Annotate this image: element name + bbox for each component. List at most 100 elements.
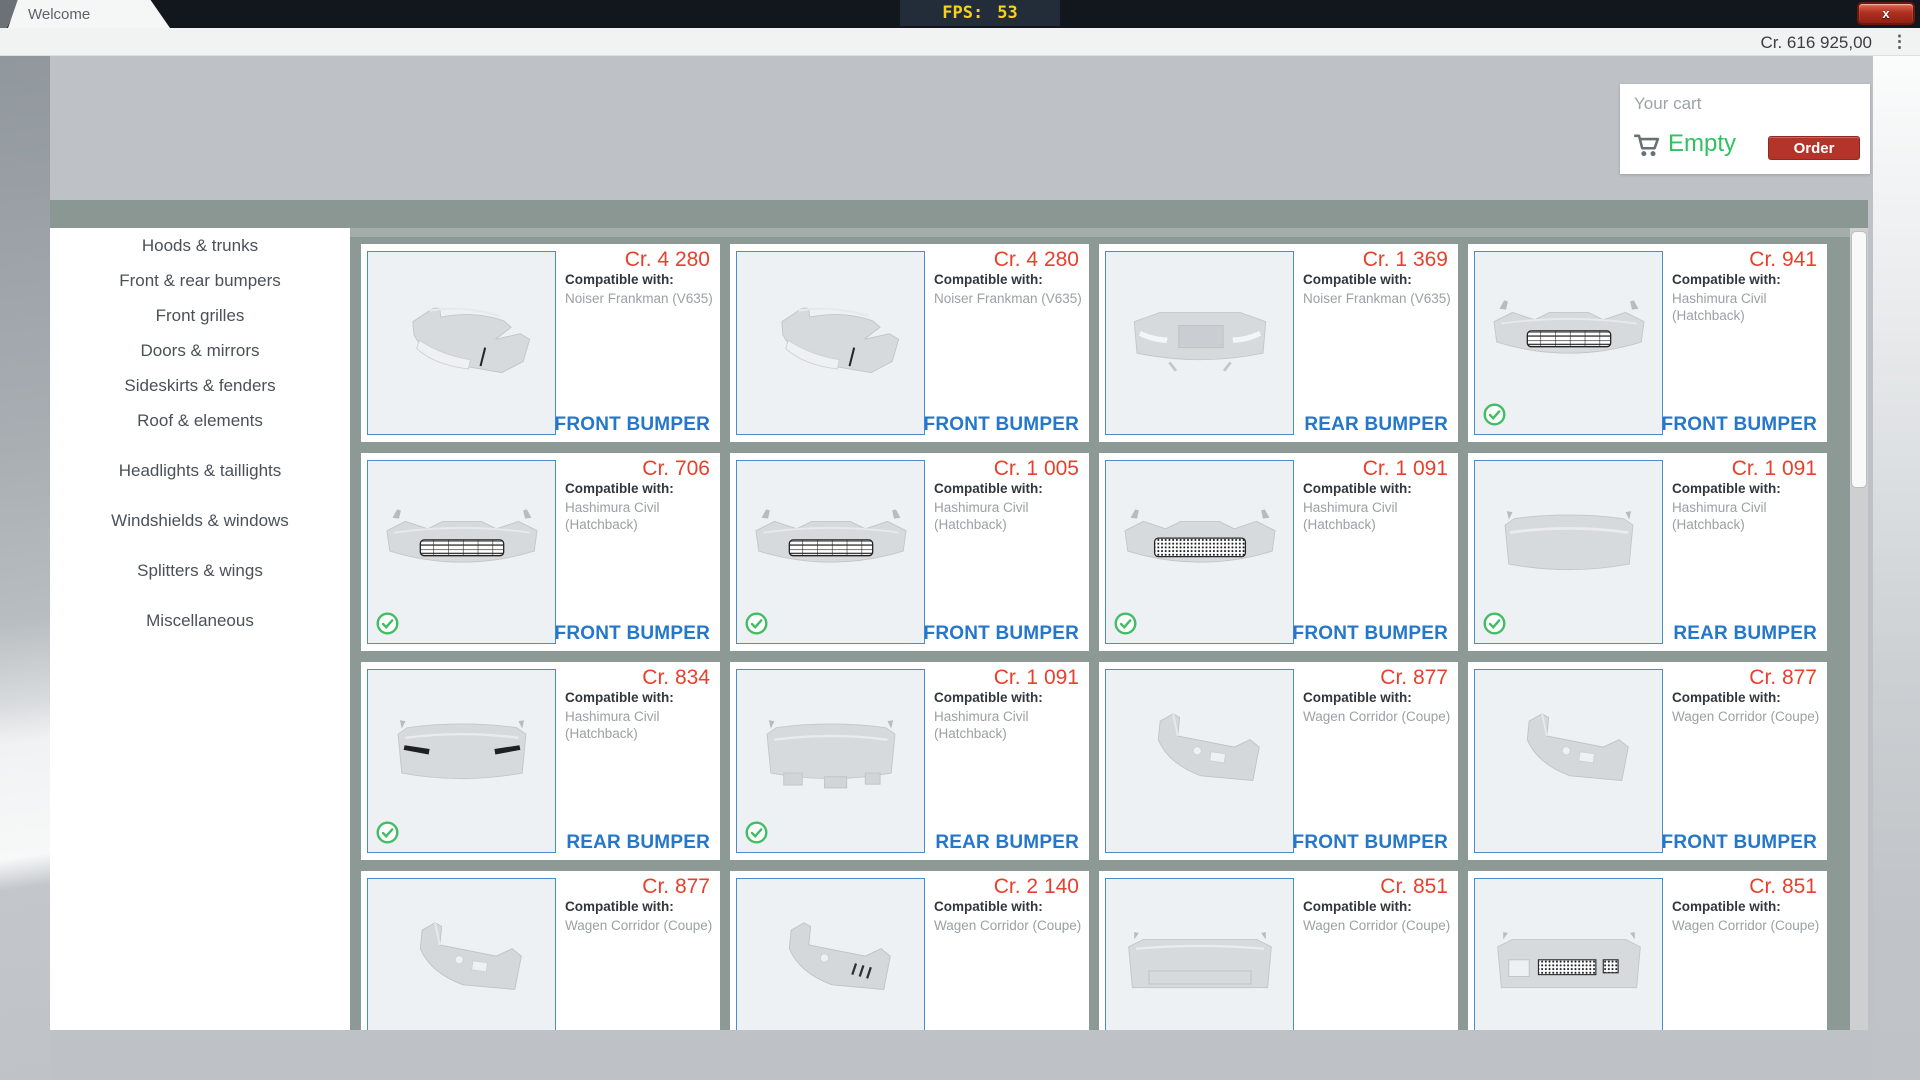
part-image-box bbox=[736, 669, 925, 853]
part-card[interactable]: Cr. 4 280 Compatible with: Noiser Frankm… bbox=[730, 244, 1089, 442]
part-bumper-image bbox=[1112, 477, 1288, 627]
tab-welcome[interactable]: Welcome bbox=[8, 0, 170, 28]
shop-header-band bbox=[50, 200, 1868, 228]
title-bar: Welcome FPS: 53 x bbox=[0, 0, 1920, 28]
order-button-label: Order bbox=[1794, 140, 1835, 157]
compatible-with-label: Compatible with: bbox=[934, 272, 1082, 287]
sidebar-category-item[interactable]: Hoods & trunks bbox=[50, 228, 350, 263]
info-bar: Cr. 616 925,00 ⋮ bbox=[0, 28, 1920, 56]
sidebar-category-item[interactable]: Windshields & windows bbox=[50, 503, 350, 538]
part-image-box bbox=[1474, 878, 1663, 1030]
sidebar-category-item[interactable]: Miscellaneous bbox=[50, 603, 350, 638]
part-card[interactable]: Cr. 877 Compatible with: Wagen Corridor … bbox=[361, 871, 720, 1030]
compatible-model: Hashimura Civil (Hatchback) bbox=[1672, 499, 1822, 533]
backdrop-left-strip bbox=[0, 56, 50, 1080]
part-card[interactable]: Cr. 941 Compatible with: Hashimura Civil… bbox=[1468, 244, 1827, 442]
part-bumper-image bbox=[374, 686, 550, 836]
sidebar-category-item[interactable]: Doors & mirrors bbox=[50, 333, 350, 368]
part-bumper-image bbox=[1112, 895, 1288, 1030]
category-sidebar: Hoods & trunksFront & rear bumpersFront … bbox=[50, 228, 350, 1030]
cart-status: Empty bbox=[1668, 130, 1736, 158]
owned-check-icon bbox=[376, 821, 399, 844]
order-button[interactable]: Order bbox=[1768, 136, 1860, 160]
sidebar-category-item[interactable]: Front grilles bbox=[50, 298, 350, 333]
part-card[interactable]: Cr. 1 369 Compatible with: Noiser Frankm… bbox=[1099, 244, 1458, 442]
sidebar-category-item[interactable]: Roof & elements bbox=[50, 403, 350, 438]
compatible-with-label: Compatible with: bbox=[934, 899, 1082, 914]
part-card[interactable]: Cr. 851 Compatible with: Wagen Corridor … bbox=[1468, 871, 1827, 1030]
part-bumper-image bbox=[374, 895, 550, 1030]
part-card[interactable]: Cr. 1 091 Compatible with: Hashimura Civ… bbox=[1099, 453, 1458, 651]
compatible-with-label: Compatible with: bbox=[1303, 899, 1451, 914]
part-price: Cr. 4 280 bbox=[994, 248, 1079, 272]
owned-check-icon bbox=[745, 821, 768, 844]
overflow-menu-icon[interactable]: ⋮ bbox=[1891, 28, 1908, 56]
compatible-with-label: Compatible with: bbox=[934, 690, 1082, 705]
compatible-model: Hashimura Civil (Hatchback) bbox=[565, 499, 715, 533]
part-type-label: FRONT BUMPER bbox=[1662, 414, 1817, 436]
part-bumper-image bbox=[1481, 895, 1657, 1030]
part-card[interactable]: Cr. 1 005 Compatible with: Hashimura Civ… bbox=[730, 453, 1089, 651]
part-card[interactable]: Cr. 706 Compatible with: Hashimura Civil… bbox=[361, 453, 720, 651]
scrollbar-thumb[interactable] bbox=[1851, 231, 1867, 488]
compatible-with-label: Compatible with: bbox=[565, 481, 713, 496]
part-bumper-image bbox=[374, 268, 550, 418]
part-type-label: REAR BUMPER bbox=[566, 832, 710, 854]
part-card[interactable]: Cr. 877 Compatible with: Wagen Corridor … bbox=[1468, 662, 1827, 860]
owned-check-icon bbox=[1483, 612, 1506, 635]
part-type-label: FRONT BUMPER bbox=[555, 623, 710, 645]
part-bumper-image bbox=[374, 477, 550, 627]
fps-counter: FPS: 53 bbox=[900, 0, 1060, 26]
close-icon: x bbox=[1882, 6, 1889, 21]
credit-balance: Cr. 616 925,00 bbox=[1760, 28, 1872, 56]
part-price: Cr. 1 091 bbox=[1732, 457, 1817, 481]
part-card[interactable]: Cr. 834 Compatible with: Hashimura Civil… bbox=[361, 662, 720, 860]
fps-value: 53 bbox=[997, 3, 1017, 23]
part-type-label: FRONT BUMPER bbox=[1293, 623, 1448, 645]
owned-check-icon bbox=[1483, 403, 1506, 426]
fps-label: FPS: bbox=[942, 3, 983, 23]
part-image-box bbox=[1105, 460, 1294, 644]
part-image-box bbox=[1105, 251, 1294, 435]
compatible-model: Hashimura Civil (Hatchback) bbox=[934, 708, 1084, 742]
part-image-box bbox=[367, 460, 556, 644]
scrollbar-track[interactable] bbox=[1850, 228, 1868, 1030]
part-image-box bbox=[1474, 460, 1663, 644]
part-image-box bbox=[367, 669, 556, 853]
part-card[interactable]: Cr. 851 Compatible with: Wagen Corridor … bbox=[1099, 871, 1458, 1030]
compatible-model: Noiser Frankman (V635) bbox=[1303, 290, 1453, 307]
part-image-box bbox=[367, 878, 556, 1030]
parts-shop-panel: Hoods & trunksFront & rear bumpersFront … bbox=[50, 200, 1868, 1030]
sidebar-category-item[interactable]: Front & rear bumpers bbox=[50, 263, 350, 298]
compatible-with-label: Compatible with: bbox=[565, 272, 713, 287]
part-bumper-image bbox=[743, 268, 919, 418]
close-button[interactable]: x bbox=[1857, 2, 1915, 25]
part-price: Cr. 4 280 bbox=[625, 248, 710, 272]
sidebar-category-item[interactable]: Headlights & taillights bbox=[50, 453, 350, 488]
part-bumper-image bbox=[743, 895, 919, 1030]
sidebar-category-item[interactable]: Splitters & wings bbox=[50, 553, 350, 588]
part-card[interactable]: Cr. 2 140 Compatible with: Wagen Corrido… bbox=[730, 871, 1089, 1030]
part-price: Cr. 877 bbox=[642, 875, 710, 899]
owned-check-icon bbox=[1114, 612, 1137, 635]
part-price: Cr. 706 bbox=[642, 457, 710, 481]
part-type-label: REAR BUMPER bbox=[1673, 623, 1817, 645]
part-bumper-image bbox=[1481, 268, 1657, 418]
part-image-box bbox=[736, 878, 925, 1030]
part-card[interactable]: Cr. 1 091 Compatible with: Hashimura Civ… bbox=[730, 662, 1089, 860]
part-bumper-image bbox=[743, 686, 919, 836]
compatible-with-label: Compatible with: bbox=[565, 690, 713, 705]
part-card[interactable]: Cr. 4 280 Compatible with: Noiser Frankm… bbox=[361, 244, 720, 442]
sidebar-category-item[interactable]: Sideskirts & fenders bbox=[50, 368, 350, 403]
owned-check-icon bbox=[376, 612, 399, 635]
compatible-model: Wagen Corridor (Coupe) bbox=[565, 917, 715, 934]
part-price: Cr. 1 369 bbox=[1363, 248, 1448, 272]
part-card[interactable]: Cr. 1 091 Compatible with: Hashimura Civ… bbox=[1468, 453, 1827, 651]
compatible-with-label: Compatible with: bbox=[1672, 690, 1820, 705]
compatible-with-label: Compatible with: bbox=[1672, 899, 1820, 914]
part-price: Cr. 877 bbox=[1749, 666, 1817, 690]
part-card[interactable]: Cr. 877 Compatible with: Wagen Corridor … bbox=[1099, 662, 1458, 860]
part-price: Cr. 1 091 bbox=[1363, 457, 1448, 481]
owned-check-icon bbox=[745, 612, 768, 635]
compatible-with-label: Compatible with: bbox=[1303, 690, 1451, 705]
